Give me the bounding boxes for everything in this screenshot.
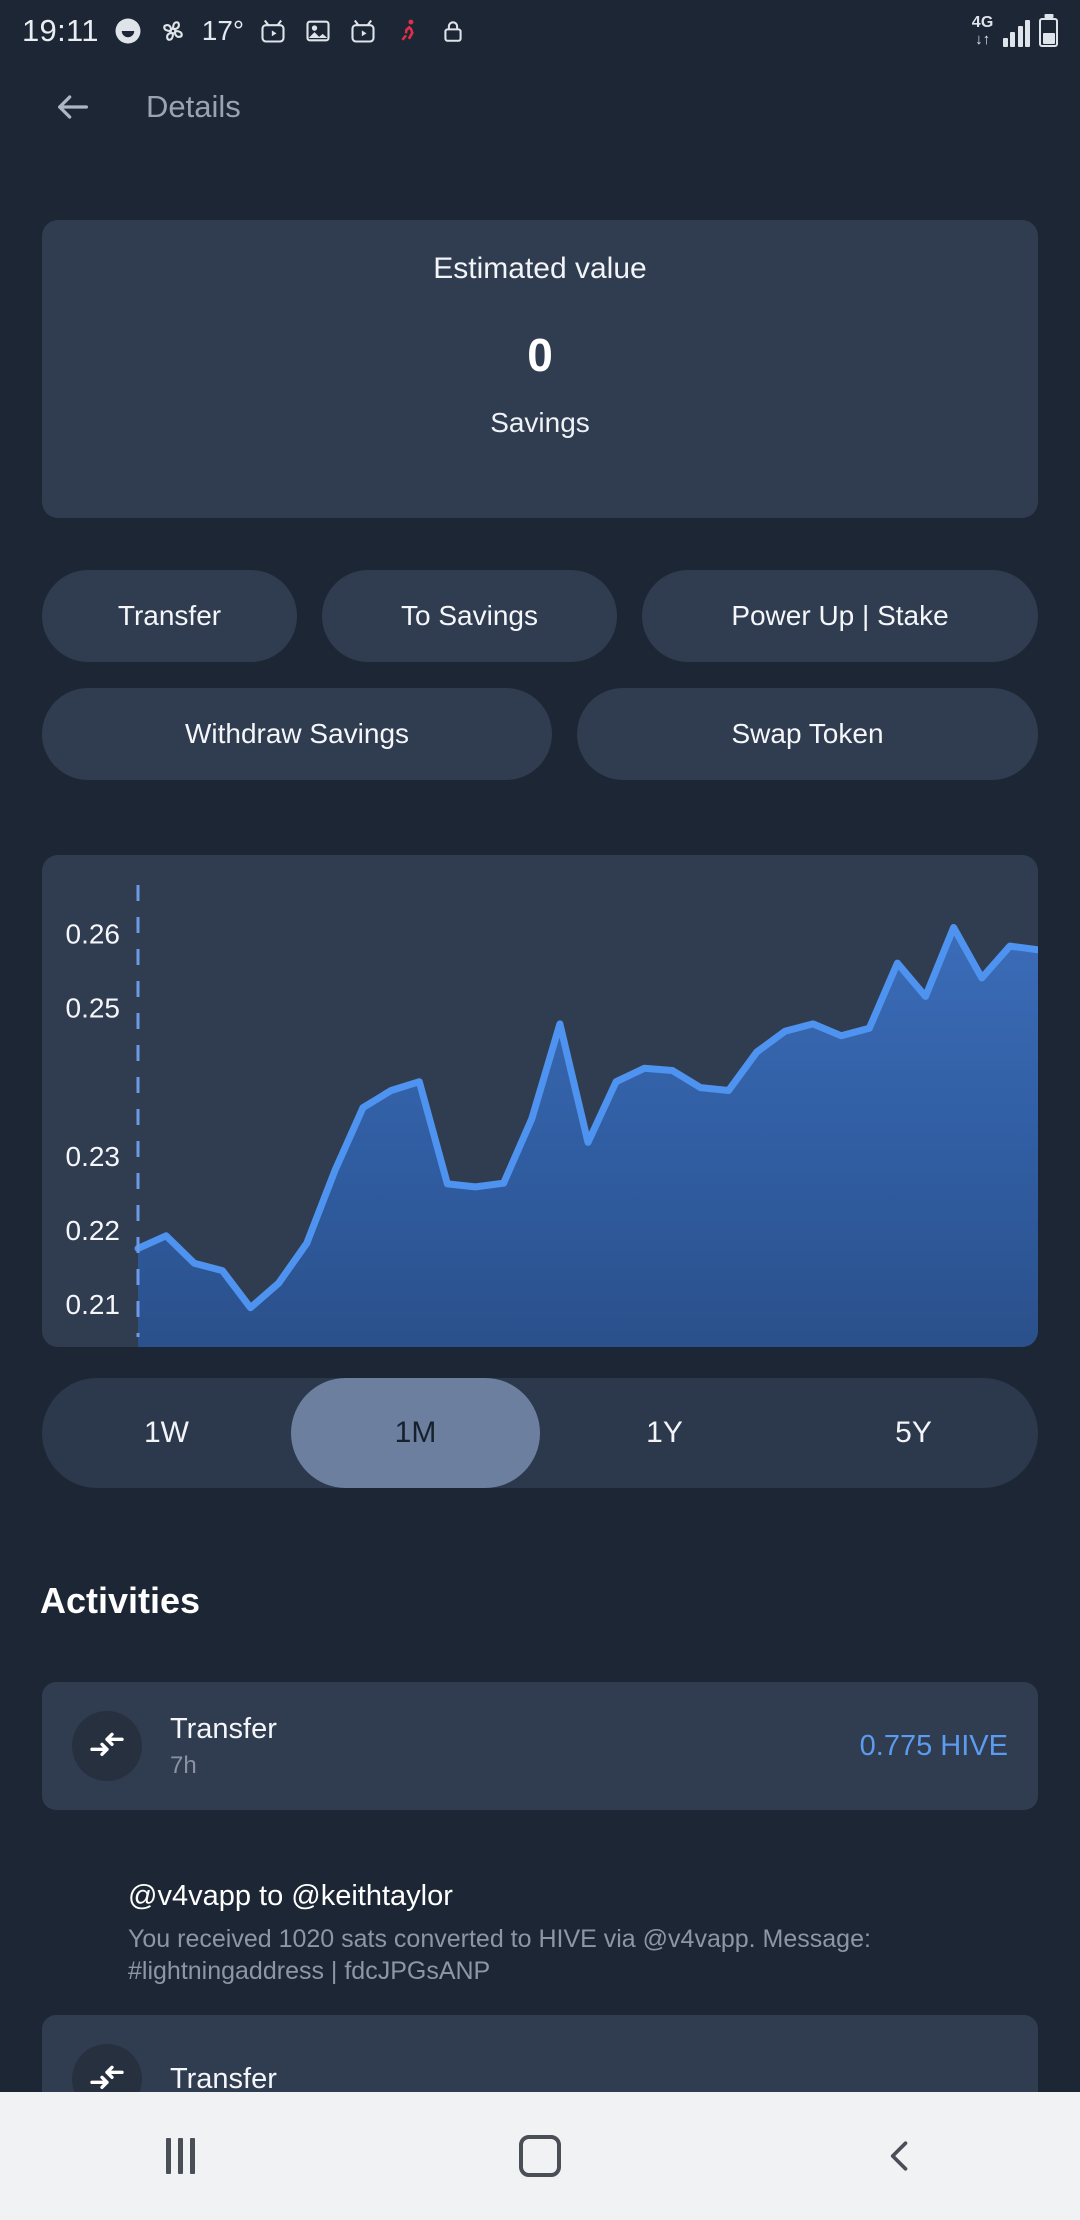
activities-heading: Activities [40, 1580, 201, 1621]
activity-type: Transfer [170, 1712, 277, 1745]
chart-y-axis-tick: 0.21 [66, 1289, 121, 1320]
battery-icon [1039, 18, 1058, 47]
chart-y-axis-tick: 0.22 [66, 1215, 121, 1246]
activity-time: 7h [170, 1751, 197, 1779]
swap-token-button[interactable]: Swap Token [577, 688, 1038, 780]
tv-play-icon [257, 15, 289, 47]
app-header: Details [0, 62, 1080, 152]
memo-message: You received 1020 sats converted to HIVE… [128, 1925, 871, 1985]
power-up-stake-button[interactable]: Power Up | Stake [642, 570, 1038, 662]
android-nav-bar [0, 2092, 1080, 2220]
status-bar-right: 4G ↓↑ [972, 15, 1058, 47]
fan-icon [157, 15, 189, 47]
activity-text: Transfer 7h [170, 1713, 277, 1780]
smiley-face-icon [112, 15, 144, 47]
page-title: Details [146, 89, 241, 124]
status-bar: 19:11 17° 4G ↓↑ [0, 0, 1080, 62]
status-bar-left: 19:11 17° [22, 13, 469, 49]
time-range-selector: 1W 1M 1Y 5Y [42, 1378, 1038, 1488]
to-savings-button[interactable]: To Savings [322, 570, 617, 662]
temperature-label: 17° [201, 15, 245, 46]
activity-amount: 0.775 HIVE [859, 1729, 1008, 1762]
transfer-arrows-icon [72, 1711, 142, 1781]
signal-strength-icon [1002, 19, 1030, 47]
status-clock: 19:11 [22, 13, 99, 48]
action-buttons: Transfer To Savings Power Up | Stake Wit… [42, 570, 1038, 806]
range-option-1w[interactable]: 1W [42, 1378, 291, 1488]
back-icon[interactable] [840, 2116, 960, 2196]
range-option-1y[interactable]: 1Y [540, 1378, 789, 1488]
chart-y-axis-tick: 0.26 [66, 919, 121, 950]
price-chart-card[interactable]: 0.26 0.25 0.23 0.22 0.21 [42, 855, 1038, 1347]
range-option-1m[interactable]: 1M [291, 1378, 540, 1488]
range-option-5y[interactable]: 5Y [789, 1378, 1038, 1488]
home-icon[interactable] [480, 2116, 600, 2196]
data-transfer-arrows-icon: ↓↑ [975, 31, 991, 48]
withdraw-savings-button[interactable]: Withdraw Savings [42, 688, 552, 780]
lock-icon [437, 15, 469, 47]
activity-memo: @v4vapp to @keithtaylor You received 102… [128, 1880, 928, 1987]
chart-y-axis-tick: 0.25 [66, 993, 121, 1024]
action-row-2: Withdraw Savings Swap Token [42, 688, 1038, 780]
photo-icon [302, 15, 334, 47]
activity-row[interactable]: Transfer 7h 0.775 HIVE [42, 1682, 1038, 1810]
network-type-indicator: 4G ↓↑ [971, 14, 994, 48]
estimated-value-label: Estimated value [433, 252, 647, 285]
recent-apps-icon[interactable] [120, 2116, 240, 2196]
estimated-value-subtitle: Savings [490, 407, 590, 438]
price-chart-svg: 0.26 0.25 0.23 0.22 0.21 [66, 885, 1038, 1347]
back-arrow-icon[interactable] [46, 80, 100, 134]
activity-text: Transfer [170, 2063, 277, 2096]
running-person-icon [392, 15, 424, 47]
estimated-value-amount: 0 [527, 329, 553, 381]
transfer-button[interactable]: Transfer [42, 570, 297, 662]
action-row-1: Transfer To Savings Power Up | Stake [42, 570, 1038, 662]
estimated-value-card: Estimated value 0 Savings [42, 220, 1038, 518]
activity-type: Transfer [170, 2062, 277, 2095]
tv-play-icon [347, 15, 379, 47]
memo-participants: @v4vapp to @keithtaylor [128, 1880, 453, 1912]
chart-y-axis-tick: 0.23 [66, 1141, 121, 1172]
